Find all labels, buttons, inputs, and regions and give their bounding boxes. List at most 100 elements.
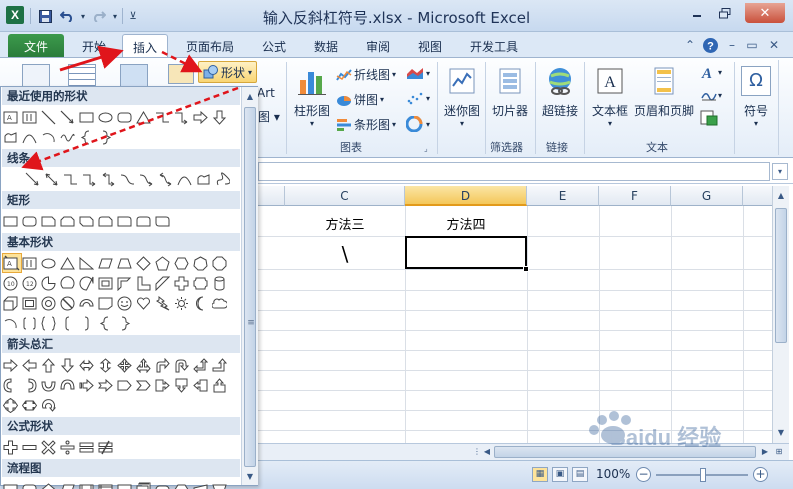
rounded-rect-shape-icon[interactable] [20, 212, 39, 231]
clip-art-icon[interactable] [168, 64, 194, 84]
textbox-button[interactable]: A 文本框 ▾ [588, 62, 632, 128]
triangle-shape-icon[interactable] [58, 254, 77, 273]
right-arrow-shape-icon[interactable] [191, 108, 210, 127]
round-diagonal-rect-icon[interactable] [153, 212, 172, 231]
elbow-connector-shape-icon[interactable] [153, 108, 172, 127]
u-turn-arrow-shape-icon[interactable] [172, 356, 191, 375]
oval-shape-icon[interactable] [96, 108, 115, 127]
double-bracket-shape-icon[interactable] [20, 314, 39, 333]
plus-shape-icon[interactable] [1, 438, 20, 457]
rounded-rect-shape-icon[interactable] [115, 108, 134, 127]
freeform-shape-icon[interactable] [194, 170, 213, 189]
chord-shape-icon[interactable] [58, 274, 77, 293]
flowchart-multidocument-icon[interactable] [134, 480, 153, 489]
left-bracket-shape-icon[interactable] [58, 314, 77, 333]
arrow-line-shape-icon[interactable] [58, 108, 77, 127]
formula-input[interactable] [258, 162, 770, 181]
column-header-e[interactable]: E [527, 186, 599, 206]
tab-page-layout[interactable]: 页面布局 [176, 34, 244, 58]
normal-view-icon[interactable]: ▦ [532, 467, 548, 482]
shapes-button[interactable]: 形状 ▾ [198, 61, 258, 83]
workbook-close-icon[interactable]: ✕ [764, 35, 784, 55]
flowchart-decision-icon[interactable] [39, 480, 58, 489]
tab-data[interactable]: 数据 [304, 34, 348, 58]
zoom-level[interactable]: 100% [596, 467, 630, 481]
active-cell-d2[interactable] [405, 236, 527, 269]
vertical-scrollbar[interactable]: ▲ ▼ [772, 186, 789, 443]
flowchart-alternate-process-icon[interactable] [20, 480, 39, 489]
snip-round-rect-icon[interactable] [96, 212, 115, 231]
can-shape-icon[interactable] [210, 274, 229, 293]
hyperlink-button[interactable]: 超链接 [537, 62, 583, 119]
bent-arrow-shape-icon[interactable] [153, 356, 172, 375]
donut-shape-icon[interactable] [39, 294, 58, 313]
sun-shape-icon[interactable] [172, 294, 191, 313]
column-header-h[interactable] [743, 186, 772, 206]
trapezoid-shape-icon[interactable] [115, 254, 134, 273]
right-arrow-shape-icon[interactable] [1, 356, 20, 375]
minus-shape-icon[interactable] [20, 438, 39, 457]
right-brace-shape-icon[interactable] [96, 128, 115, 147]
curved-connector-shape-icon[interactable] [118, 170, 137, 189]
plaque-shape-icon[interactable] [191, 274, 210, 293]
close-icon[interactable]: ✕ [745, 3, 785, 23]
smartart-label[interactable]: Art [257, 86, 275, 100]
double-brace-shape-icon[interactable] [39, 314, 58, 333]
oval-shape-icon[interactable] [39, 254, 58, 273]
curve-shape-icon[interactable] [20, 128, 39, 147]
snip-diagonal-rect-icon[interactable] [77, 212, 96, 231]
right-bracket-shape-icon[interactable] [77, 314, 96, 333]
left-right-arrow-callout-shape-icon[interactable] [20, 396, 39, 415]
bent-up-arrow-shape-icon[interactable] [210, 356, 229, 375]
up-arrow-callout-shape-icon[interactable] [210, 376, 229, 395]
workbook-restore-icon[interactable]: ▭ [742, 35, 762, 55]
snip-single-corner-rect-icon[interactable] [39, 212, 58, 231]
tab-developer[interactable]: 开发工具 [460, 34, 528, 58]
arc-shape-icon[interactable] [39, 128, 58, 147]
up-down-arrow-shape-icon[interactable] [96, 356, 115, 375]
fill-handle[interactable] [523, 266, 529, 272]
scatter-chart-button[interactable]: ▾ [406, 91, 430, 105]
line-shape-icon[interactable] [39, 108, 58, 127]
block-arc-shape-icon[interactable] [77, 294, 96, 313]
other-charts-button[interactable]: ▾ [406, 116, 430, 132]
scroll-up-icon[interactable]: ▲ [243, 89, 257, 105]
flowchart-document-icon[interactable] [115, 480, 134, 489]
divide-shape-icon[interactable] [58, 438, 77, 457]
tab-home[interactable]: 开始 [72, 34, 116, 58]
lightning-bolt-shape-icon[interactable] [153, 294, 172, 313]
flowchart-process-icon[interactable] [1, 480, 20, 489]
sparkline-button[interactable]: 迷你图 ▾ [440, 62, 484, 128]
moon-shape-icon[interactable] [191, 294, 210, 313]
elbow-arrow-shape-icon[interactable] [80, 170, 99, 189]
curved-left-arrow-shape-icon[interactable] [20, 376, 39, 395]
flowchart-manual-input-icon[interactable] [191, 480, 210, 489]
flowchart-manual-operation-icon[interactable] [210, 480, 229, 489]
cross-shape-icon[interactable] [172, 274, 191, 293]
column-chart-button[interactable]: 柱形图 ▾ [290, 62, 334, 128]
scroll-up-icon[interactable]: ▲ [774, 188, 788, 204]
double-arrow-line-shape-icon[interactable] [42, 170, 61, 189]
up-arrow-shape-icon[interactable] [39, 356, 58, 375]
left-right-up-arrow-shape-icon[interactable] [134, 356, 153, 375]
elbow-connector-shape-icon[interactable] [61, 170, 80, 189]
curved-double-arrow-shape-icon[interactable] [156, 170, 175, 189]
cell-c1[interactable]: 方法三 [285, 214, 405, 233]
octagon-shape-icon[interactable] [210, 254, 229, 273]
scribble-shape-icon[interactable] [58, 128, 77, 147]
flowchart-terminator-icon[interactable] [153, 480, 172, 489]
page-layout-view-icon[interactable]: ▣ [552, 467, 568, 482]
vertical-scroll-thumb[interactable] [775, 208, 787, 343]
textbox-shape-icon[interactable]: A [1, 108, 20, 127]
scroll-left-icon[interactable]: ◀ [480, 444, 494, 460]
ribbon-scroll[interactable] [778, 60, 790, 155]
cube-shape-icon[interactable] [1, 294, 20, 313]
help-icon[interactable]: ? [700, 35, 720, 55]
elbow-double-arrow-shape-icon[interactable] [99, 170, 118, 189]
diagonal-stripe-shape-icon[interactable] [153, 274, 172, 293]
bevel-shape-icon[interactable] [20, 294, 39, 313]
zoom-out-icon[interactable]: − [636, 467, 651, 482]
chevron-shape-icon[interactable] [134, 376, 153, 395]
object-button[interactable] [700, 110, 718, 126]
vertical-textbox-shape-icon[interactable] [20, 254, 39, 273]
